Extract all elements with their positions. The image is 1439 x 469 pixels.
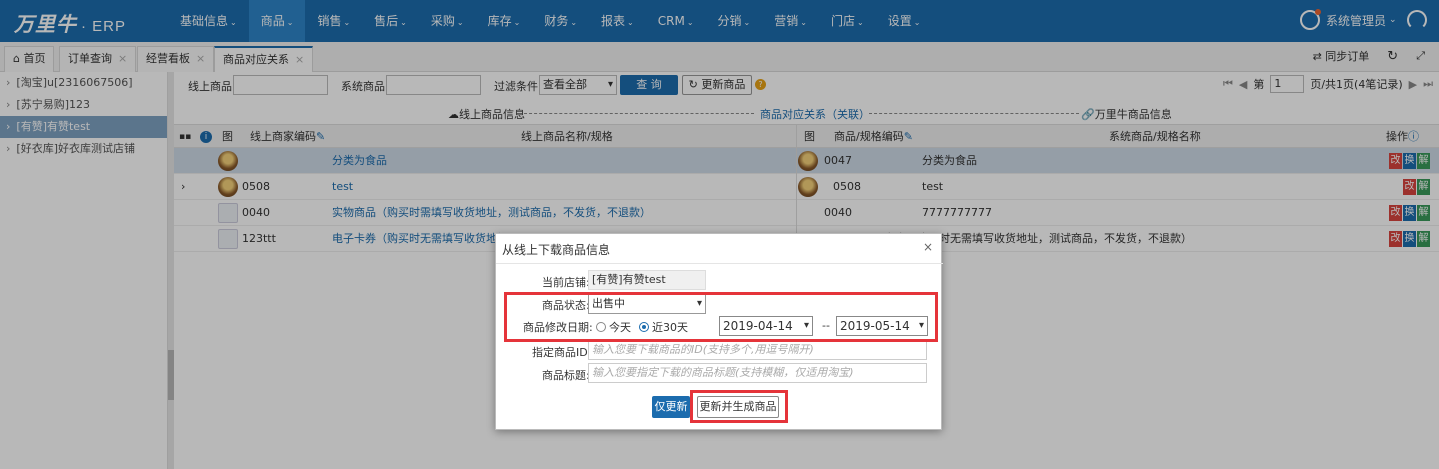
product-id-input[interactable]: 输入您要下载商品的ID(支持多个,用逗号隔开) [588,340,927,360]
dialog-divider [496,263,943,264]
dialog-title: 从线上下载商品信息 [502,243,611,257]
product-id-label: 指定商品ID: [532,346,592,359]
highlight-box-filters [504,292,938,342]
close-icon[interactable]: × [923,240,933,254]
product-id-placeholder: 输入您要下载商品的ID(支持多个,用逗号隔开) [592,343,814,356]
product-title-label: 商品标题: [542,369,590,382]
shop-label: 当前店铺: [542,276,590,289]
product-title-placeholder: 输入您要指定下载的商品标题(支持模糊，仅适用淘宝) [592,366,854,379]
download-dialog: 从线上下载商品信息 × 当前店铺: [有赞]有赞test 商品状态: 出售中 商… [495,233,943,430]
update-only-button[interactable]: 仅更新 [652,396,690,418]
product-title-input[interactable]: 输入您要指定下载的商品标题(支持模糊，仅适用淘宝) [588,363,927,383]
shop-value: [有赞]有赞test [588,270,706,290]
highlight-box-button [690,390,788,423]
